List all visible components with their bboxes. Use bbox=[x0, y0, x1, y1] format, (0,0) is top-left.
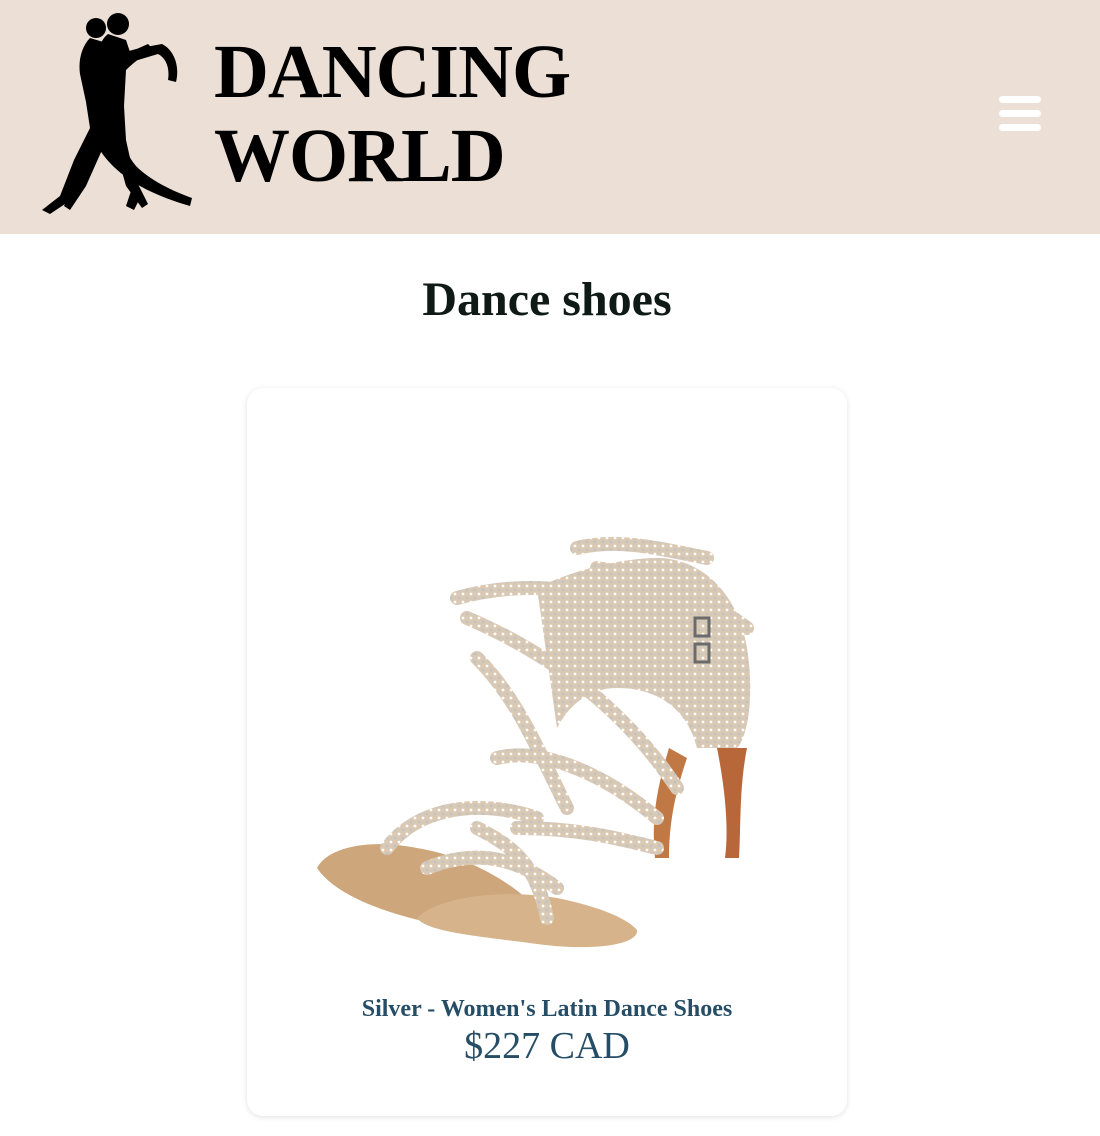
menu-bar bbox=[999, 96, 1041, 103]
product-image[interactable] bbox=[277, 448, 817, 968]
product-price: $227 CAD bbox=[464, 1025, 630, 1067]
menu-bar bbox=[999, 124, 1041, 131]
page-title: Dance shoes bbox=[422, 273, 672, 326]
dancing-couple-logo-icon[interactable] bbox=[30, 10, 200, 220]
site-header: DANCING WORLD bbox=[0, 0, 1100, 234]
brand-line-1: DANCING bbox=[214, 30, 571, 114]
brand-line-2: WORLD bbox=[214, 114, 506, 198]
site-brand[interactable]: DANCING WORLD bbox=[214, 30, 571, 198]
product-name[interactable]: Silver - Women's Latin Dance Shoes bbox=[247, 996, 847, 1023]
menu-bar bbox=[999, 110, 1041, 117]
hamburger-menu-icon[interactable] bbox=[996, 96, 1044, 136]
product-card[interactable]: Silver - Women's Latin Dance Shoes $227 … bbox=[247, 388, 847, 1116]
